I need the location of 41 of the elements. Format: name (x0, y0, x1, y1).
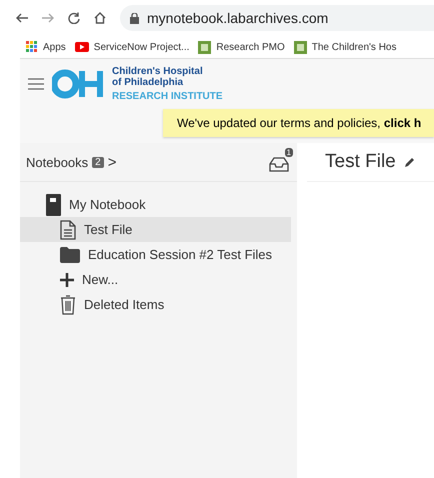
apps-grid-icon (26, 41, 38, 53)
home-icon[interactable] (94, 12, 106, 24)
logo-icon (52, 69, 104, 99)
tree-item[interactable]: New... (20, 267, 291, 292)
plus-icon (60, 272, 74, 286)
document-icon (60, 220, 76, 240)
tree-item-label: Deleted Items (84, 297, 164, 312)
logo-subtitle: RESEARCH INSTITUTE (112, 91, 223, 102)
tree-item[interactable]: Deleted Items (20, 292, 291, 317)
back-icon[interactable] (16, 13, 28, 23)
trash-icon (60, 294, 76, 314)
notice-banner: We've updated our terms and policies, click h (163, 109, 434, 137)
chevron-icon[interactable]: > (108, 154, 116, 170)
pencil-icon[interactable] (404, 156, 415, 168)
menu-icon[interactable] (28, 78, 44, 90)
logo-title: of Philadelphia (112, 77, 184, 88)
tree-item[interactable]: Education Session #2 Test Files (20, 242, 291, 267)
tree-item-label: My Notebook (69, 197, 146, 212)
tree-item-label: New... (82, 272, 118, 287)
inbox-count: 1 (284, 148, 293, 157)
bookmark-link[interactable]: Research PMO (216, 42, 285, 52)
count-badge: 2 (92, 156, 104, 168)
site-icon (294, 40, 307, 54)
tree-item[interactable]: Test File (20, 217, 291, 242)
bookmark-link[interactable]: ServiceNow Project... (94, 42, 190, 52)
play-icon (74, 42, 89, 52)
reload-icon[interactable] (68, 12, 80, 24)
tree-item[interactable]: My Notebook (20, 192, 291, 217)
folder-icon (60, 246, 80, 262)
logo-title: Children's Hospital (112, 66, 204, 77)
bookmark-link[interactable]: Apps (43, 42, 66, 52)
notebook-icon (45, 194, 61, 216)
bookmark-link[interactable]: The Children's Hos (312, 42, 396, 52)
page-title: Test File (325, 151, 396, 173)
address-bar[interactable]: mynotebook.labarchives.com (120, 5, 434, 31)
tree-item-label: Test File (84, 222, 132, 237)
url-text: mynotebook.labarchives.com (147, 10, 328, 26)
lock-icon (130, 12, 139, 24)
tree-item-label: Education Session #2 Test Files (88, 247, 272, 262)
notebooks-label[interactable]: Notebooks (26, 154, 88, 170)
site-icon (198, 40, 212, 54)
